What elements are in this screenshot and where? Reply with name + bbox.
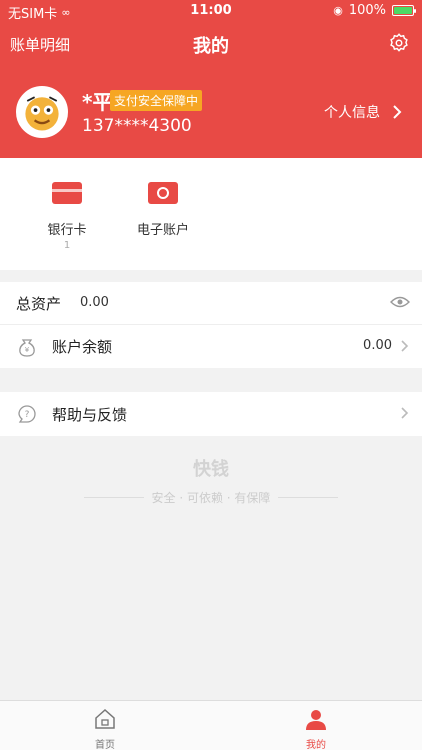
user-icon <box>306 710 326 730</box>
help-question-icon: ? <box>18 405 36 423</box>
quick-entries: 银行卡 1 电子账户 <box>0 158 422 270</box>
account-balance-label: 账户余额 <box>52 338 113 356</box>
help-feedback-row[interactable]: ? 帮助与反馈 <box>0 392 422 436</box>
money-bag-icon: ¥ <box>19 339 35 357</box>
status-bar: 无SIM卡 ∞ 11:00 ◉ 100% <box>0 0 422 22</box>
bank-card-label: 银行卡 <box>47 223 87 238</box>
personal-info-link[interactable]: 个人信息 <box>324 102 402 122</box>
eye-icon[interactable] <box>390 295 410 309</box>
tab-mine[interactable]: 我的 <box>286 707 346 750</box>
total-assets-row: 总资产 0.00 <box>0 282 422 324</box>
bank-card-count: 1 <box>63 240 71 251</box>
home-icon <box>95 708 115 729</box>
battery-icon <box>392 5 416 16</box>
total-assets-label: 总资产 <box>16 295 62 313</box>
divider <box>83 497 144 498</box>
tab-home[interactable]: 首页 <box>75 707 135 750</box>
account-balance-value: 0.00 <box>363 338 392 353</box>
personal-info-label: 个人信息 <box>324 105 380 121</box>
e-account-label: 电子账户 <box>136 223 189 238</box>
user-phone: 137****4300 <box>82 116 192 136</box>
security-badge: 支付安全保障中 <box>110 90 203 111</box>
profile-section[interactable]: *平 支付安全保障中 137****4300 个人信息 <box>0 66 422 158</box>
assets-section: 总资产 0.00 ¥ 账户余额 0.00 <box>0 282 422 368</box>
tab-mine-label: 我的 <box>306 740 326 750</box>
page-title: 我的 <box>193 36 229 57</box>
divider <box>278 497 339 498</box>
total-assets-value: 0.00 <box>80 295 109 310</box>
brand-logo: 快钱 <box>193 459 229 480</box>
brand-tagline: 安全 · 可依赖 · 有保障 <box>151 491 271 505</box>
help-feedback-label: 帮助与反馈 <box>52 406 128 424</box>
tab-home-label: 首页 <box>95 740 115 750</box>
svg-text:?: ? <box>25 410 30 420</box>
e-account-entry[interactable]: 电子账户 <box>123 182 203 238</box>
nav-bar: 账单明细 我的 <box>0 22 422 66</box>
lock-rotation-icon: ◉ <box>333 4 343 17</box>
e-account-icon <box>148 182 178 204</box>
account-balance-row[interactable]: ¥ 账户余额 0.00 <box>0 325 422 367</box>
bank-card-icon <box>52 182 82 204</box>
battery-percent: 100% <box>348 3 386 18</box>
chevron-right-icon <box>401 407 409 419</box>
avatar-image <box>25 96 59 131</box>
chevron-right-icon <box>401 340 409 352</box>
bank-card-entry[interactable]: 银行卡 1 <box>27 182 107 251</box>
chevron-right-icon <box>393 105 402 119</box>
user-name: *平 <box>82 90 113 114</box>
tab-bar: 首页 我的 <box>0 700 422 750</box>
avatar[interactable] <box>16 86 68 138</box>
settings-gear-icon[interactable] <box>388 32 410 54</box>
brand-watermark: 快钱 安全 · 可依赖 · 有保障 <box>0 455 422 506</box>
svg-text:¥: ¥ <box>25 346 30 354</box>
